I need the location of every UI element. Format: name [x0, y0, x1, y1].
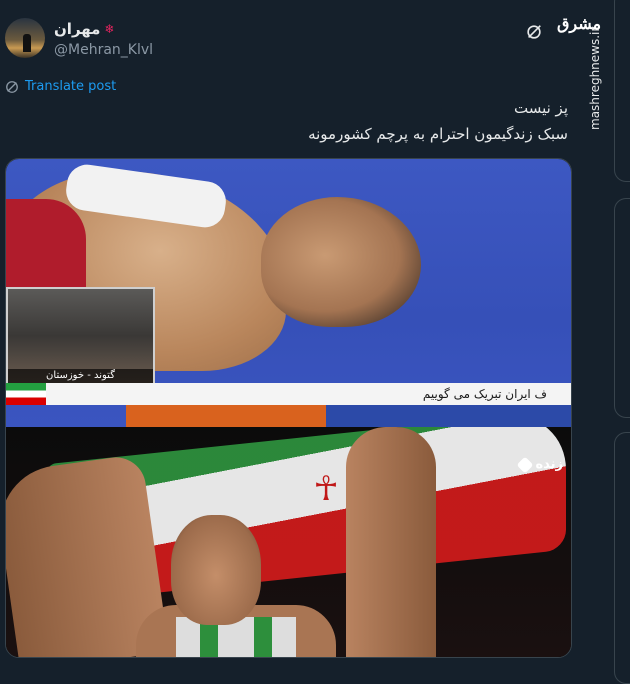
wrestler-flag-photo[interactable]: ☥ زنده	[6, 427, 571, 657]
green-white-singlet	[176, 617, 296, 657]
live-icon	[516, 456, 534, 473]
live-badge: زنده	[516, 456, 563, 473]
globe-icon	[6, 80, 18, 93]
tweet-media[interactable]: گتوند - خوزستان ف ایران تبریک می گوییم ☥…	[5, 158, 572, 658]
wrestler-head	[261, 197, 421, 327]
right-sidebar-edge	[614, 0, 630, 684]
tweet: مهران ❄ @Mehran_Klvl Translate post پز ن…	[0, 0, 586, 673]
wrestler-bowing-photo[interactable]: گتوند - خوزستان ف ایران تبریک می گوییم	[6, 159, 571, 427]
sidebar-card	[614, 198, 630, 418]
news-ticker: ف ایران تبریک می گوییم	[6, 383, 571, 405]
avatar[interactable]	[5, 18, 45, 58]
translate-post-link[interactable]: Translate post	[5, 79, 116, 94]
grok-icon[interactable]	[525, 23, 543, 41]
sidebar-card	[614, 0, 630, 182]
user-handle[interactable]: @Mehran_Klvl	[54, 42, 153, 58]
tweet-text-line-2: سبک زندگیمون احترام به پرچم کشورمونه	[308, 125, 568, 143]
iran-flag-icon	[6, 383, 46, 405]
ticker-text: ف ایران تبریک می گوییم	[422, 387, 547, 401]
mat-floor	[326, 405, 571, 427]
inset-label: گتوند - خوزستان	[8, 369, 153, 383]
wrestler-face	[171, 515, 261, 625]
live-label: زنده	[535, 457, 563, 472]
translate-label[interactable]: Translate post	[25, 79, 116, 94]
mat-edge	[126, 405, 326, 427]
right-arm	[346, 427, 436, 657]
inset-crowd-video: گتوند - خوزستان	[6, 287, 155, 385]
sidebar-card	[614, 432, 630, 684]
maple-leaf-icon: ❄	[104, 22, 115, 36]
display-name[interactable]: مهران ❄	[54, 20, 115, 38]
flag-emblem-icon: ☥	[313, 469, 339, 509]
tweet-text-line-1: پز نیست	[513, 99, 568, 117]
display-name-text[interactable]: مهران	[54, 20, 100, 38]
